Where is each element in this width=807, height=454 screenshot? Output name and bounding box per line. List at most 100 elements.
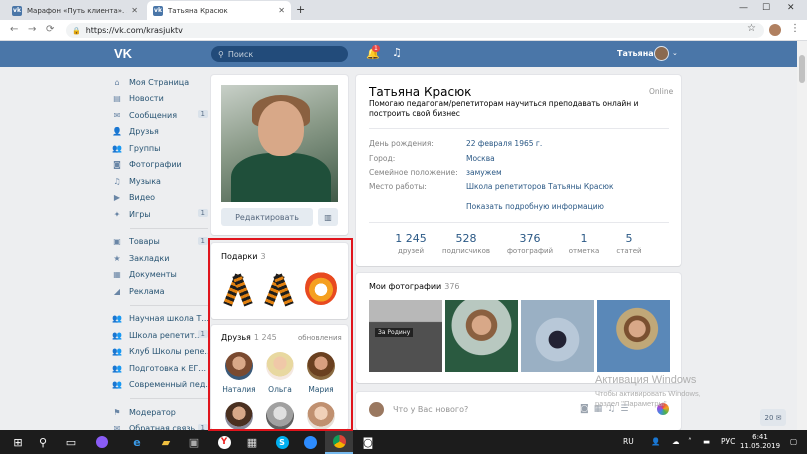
network-icon[interactable]: ▬ [703,437,710,446]
store-icon[interactable]: ▣ [180,430,208,454]
sidebar-item[interactable]: ⌂ Моя Страница [112,74,208,91]
sidebar-item[interactable]: 👥 Школа репетит... 1 [112,327,208,344]
screenshot-tool-icon[interactable]: ◙ [354,430,382,454]
taskbar-clock[interactable]: 6:41 11.05.2019 [736,433,784,451]
sidebar-item[interactable]: ✦ Игры 1 [112,206,208,223]
chevron-down-icon[interactable]: ⌄ [672,49,678,57]
reload-icon[interactable]: ⟳ [46,24,54,35]
sidebar-item-count: 1 [197,110,208,118]
sidebar-item[interactable]: ♫ Музыка [112,173,208,190]
counter-friends[interactable]: 1 245 друзей [383,232,439,255]
show-hidden-icons-icon[interactable]: ˄ [688,437,692,446]
vk-favicon-icon: vk [153,5,163,16]
input-language-indicator[interactable]: RU [623,437,634,446]
sidebar-item[interactable]: 👥 Научная школа Т... [112,311,208,328]
url-text: https://vk.com/krasjuktv [85,26,183,35]
notifications-center-icon[interactable]: ▢ [790,437,797,446]
groups-icon: 👥 [112,143,122,153]
sidebar-item[interactable]: 👤 Друзья [112,124,208,141]
file-explorer-icon[interactable]: ▰ [152,430,180,454]
header-avatar[interactable] [654,46,669,61]
close-tab-icon[interactable]: ✕ [131,6,138,15]
photo-thumbnail[interactable]: За Родину [369,300,442,372]
sidebar-item[interactable]: ▣ Товары 1 [112,234,208,251]
sidebar-item[interactable]: ⚑ Модератор [112,404,208,421]
sidebar-item[interactable]: ▶ Видео [112,190,208,207]
page-scrollbar[interactable] [797,41,807,430]
scrollbar-thumb[interactable] [799,55,805,83]
chat-button[interactable]: 20 ✉ [760,409,786,426]
user-tray-icon[interactable]: 👤 [651,437,660,446]
search-input[interactable] [227,49,338,59]
browser-profile-avatar[interactable] [769,24,781,36]
edge-browser-icon[interactable]: e [123,430,151,454]
sidebar-item[interactable]: ★ Закладки [112,250,208,267]
field-birthday[interactable]: 22 февраля 1965 г. [466,139,542,148]
calculator-icon[interactable]: ▦ [238,430,266,454]
browser-tab-marathon[interactable]: vk Марафон «Путь клиента». Задан ✕ [6,1,144,20]
goods-icon: ▣ [113,237,121,247]
my-photos-title[interactable]: Мои фотографии 376 [369,282,460,291]
browser-menu-icon[interactable]: ⋮ [790,23,800,34]
camera-icon[interactable]: ◙ [580,404,594,414]
bookmark-star-icon[interactable]: ☆ [747,23,756,34]
maximize-icon[interactable]: ☐ [762,3,770,13]
menu-separator [130,227,208,229]
friends-icon: 👤 [112,127,122,137]
show-more-info-link[interactable]: Показать подробную информацию [466,202,604,211]
sidebar-item[interactable]: 👥 Клуб Школы репе... [112,344,208,361]
alice-assistant-icon[interactable] [88,430,116,454]
stats-bar-chart-icon[interactable]: ▥ [318,208,338,226]
field-relationship[interactable]: замужем [466,168,502,177]
new-post-input[interactable]: Что у Вас нового? [393,405,468,414]
task-view-icon[interactable]: ▭ [57,430,85,454]
field-workplace[interactable]: Школа репетиторов Татьяны Красюк [466,182,614,191]
onedrive-icon[interactable]: ☁ [672,437,680,446]
sidebar-item[interactable]: 👥 Современный пед... [112,377,208,394]
field-label: Место работы: [369,182,427,191]
sidebar-item[interactable]: ◙ Фотографии [112,157,208,174]
counter-articles[interactable]: 5 статей [601,232,657,255]
back-icon[interactable]: ← [10,24,18,35]
music-player-icon[interactable]: ♫ [392,46,402,59]
keyboard-layout-indicator[interactable]: РУС [721,437,735,446]
sidebar-item[interactable]: 👥 Подготовка к ЕГ... [112,360,208,377]
counter-photos[interactable]: 376 фотографий [502,232,558,255]
sidebar-item[interactable]: ▤ Новости [112,91,208,108]
close-window-icon[interactable]: ✕ [787,3,795,13]
forward-icon[interactable]: → [28,24,36,35]
profile-photo[interactable] [221,85,338,202]
online-status: Online [649,87,674,96]
games-icon: ✦ [113,209,121,219]
skype-icon[interactable]: S [268,430,296,454]
sidebar-item[interactable]: ✉ Сообщения 1 [112,107,208,124]
new-tab-button[interactable]: + [296,3,305,16]
chrome-icon[interactable] [325,430,353,454]
photo-thumbnail[interactable] [597,300,670,372]
sidebar-item-label: Документы [129,270,177,280]
taskbar-search-icon[interactable]: ⚲ [29,430,57,454]
windows-start-icon[interactable]: ⊞ [4,430,32,454]
photo-thumbnail[interactable] [445,300,518,372]
sidebar-item[interactable]: 👥 Группы [112,140,208,157]
yandex-browser-icon[interactable]: Y [210,430,238,454]
counter-followers[interactable]: 528 подписчиков [438,232,494,255]
search-box[interactable]: ⚲ [211,46,348,62]
sidebar-item-label: Клуб Школы репе... [129,347,208,357]
header-user-name[interactable]: Татьяна [617,49,654,58]
sidebar-item[interactable]: ◢ Реклама [112,283,208,300]
highlight-frame [208,238,353,431]
sidebar-item[interactable]: ▦ Документы [112,267,208,284]
field-label: День рождения: [369,139,434,148]
profile-status-text[interactable]: Помогаю педагогам/репетиторам научиться … [369,99,644,119]
edit-profile-button[interactable]: Редактировать [221,208,313,226]
browser-tab-profile[interactable]: vk Татьяна Красюк ✕ [147,1,291,20]
address-bar[interactable]: 🔒 https://vk.com/krasjuktv [66,23,764,38]
field-city[interactable]: Москва [466,154,495,163]
zoom-icon[interactable] [296,430,324,454]
left-menu: ⌂ Моя Страница ▤ Новости ✉ Сообщения 1 👤 Друзья 👥… [112,74,208,437]
photo-thumbnail[interactable] [521,300,594,372]
minimize-icon[interactable]: — [739,3,748,13]
vk-logo[interactable]: VK [114,46,132,61]
close-tab-icon[interactable]: ✕ [278,6,285,15]
